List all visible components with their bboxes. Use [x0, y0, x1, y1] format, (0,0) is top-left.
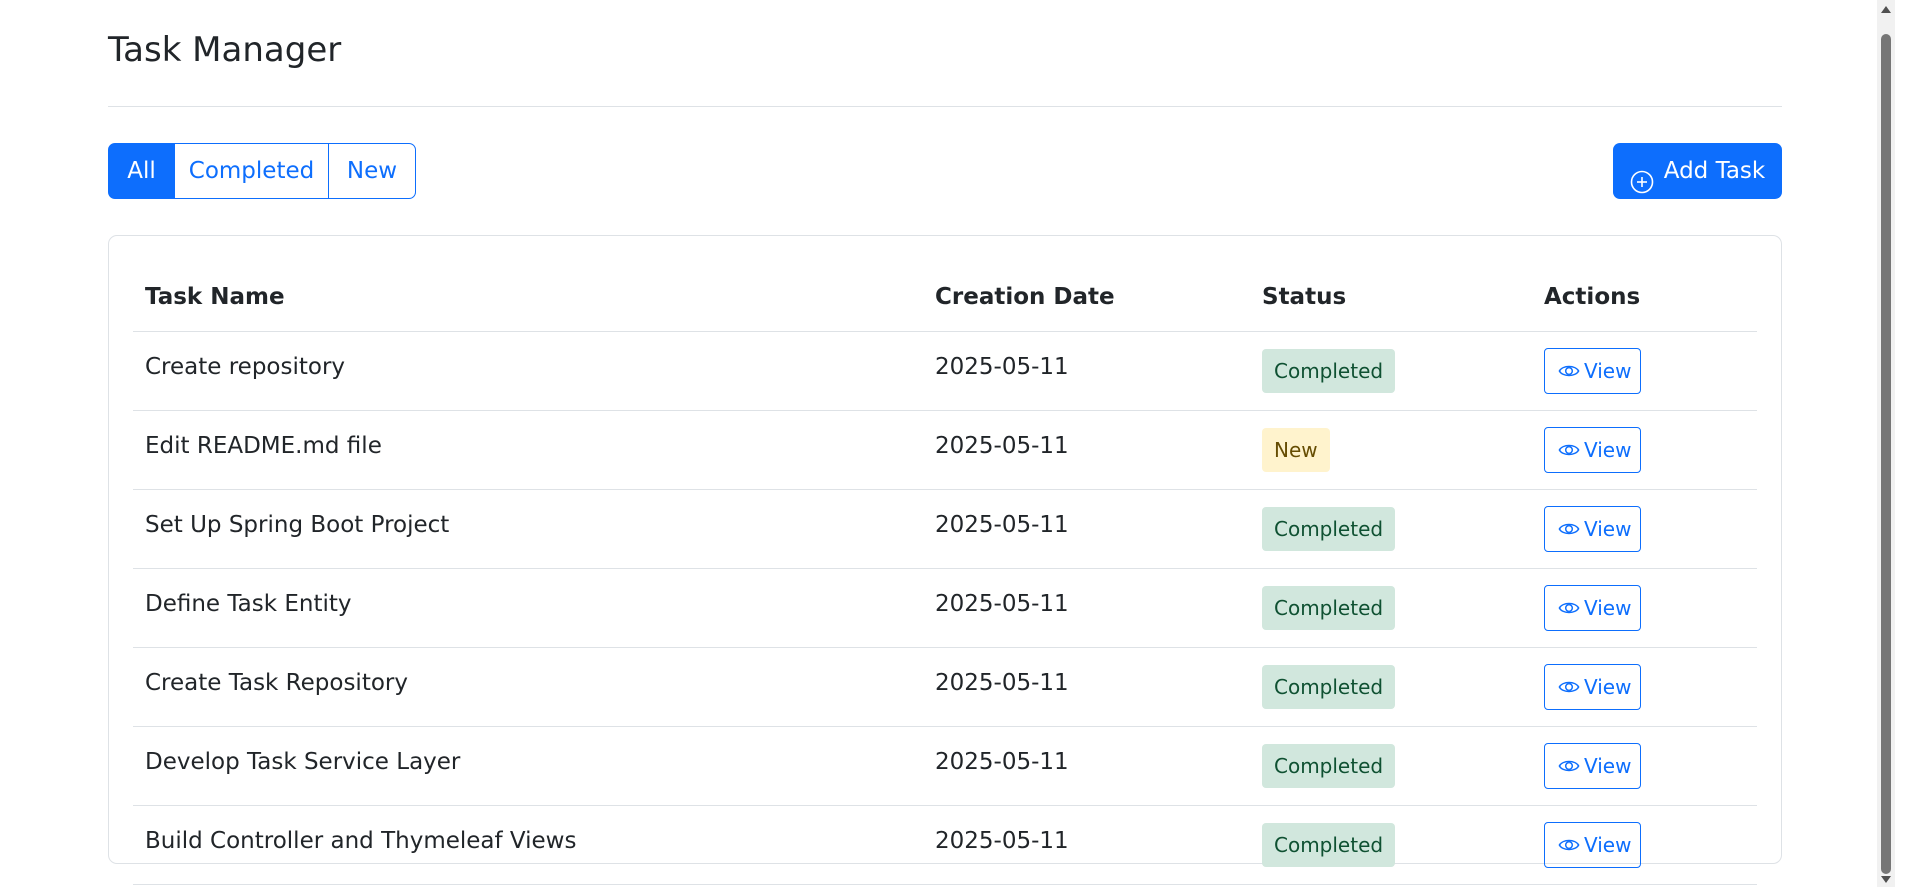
creation-date-cell: 2025-05-11	[923, 568, 1250, 648]
status-badge: Completed	[1262, 744, 1396, 788]
task-name-cell: Develop Task Service Layer	[133, 726, 923, 806]
status-cell: Completed	[1250, 805, 1532, 885]
page: Task Manager All Completed New Add Task	[0, 0, 1895, 887]
actions-cell: View	[1532, 410, 1757, 490]
eye-icon	[1558, 834, 1580, 856]
column-header-task-name: Task Name	[133, 262, 923, 332]
task-name-cell: Build Controller and Thymeleaf Views	[133, 805, 923, 885]
creation-date-cell: 2025-05-11	[923, 331, 1250, 411]
status-badge: Completed	[1262, 823, 1396, 867]
status-cell: Completed	[1250, 647, 1532, 727]
view-task-button[interactable]: View	[1544, 743, 1641, 789]
actions-cell: View	[1532, 331, 1757, 411]
table-row: Edit README.md file 2025-05-11 New View	[133, 410, 1757, 490]
column-header-actions: Actions	[1532, 262, 1757, 332]
task-name-cell: Define Task Entity	[133, 568, 923, 648]
view-button-label: View	[1584, 596, 1632, 620]
tasks-table: Task Name Creation Date Status Actions C…	[133, 262, 1757, 885]
view-button-label: View	[1584, 517, 1632, 541]
add-task-button[interactable]: Add Task	[1613, 143, 1782, 199]
scroll-down-arrow-icon[interactable]	[1881, 876, 1891, 883]
view-task-button[interactable]: View	[1544, 822, 1641, 868]
view-button-label: View	[1584, 438, 1632, 462]
table-row: Set Up Spring Boot Project 2025-05-11 Comp…	[133, 489, 1757, 569]
view-task-button[interactable]: View	[1544, 427, 1641, 473]
task-name-cell: Edit README.md file	[133, 410, 923, 490]
status-badge: Completed	[1262, 349, 1396, 393]
actions-cell: View	[1532, 805, 1757, 885]
view-task-button[interactable]: View	[1544, 506, 1641, 552]
status-badge: Completed	[1262, 665, 1396, 709]
actions-cell: View	[1532, 568, 1757, 648]
task-name-cell: Create repository	[133, 331, 923, 411]
view-button-label: View	[1584, 754, 1632, 778]
view-task-button[interactable]: View	[1544, 585, 1641, 631]
creation-date-cell: 2025-05-11	[923, 805, 1250, 885]
status-badge: New	[1262, 428, 1330, 472]
tasks-card: Task Name Creation Date Status Actions C…	[108, 235, 1782, 885]
table-row: Define Task Entity 2025-05-11 Completed Vie…	[133, 568, 1757, 648]
status-filter-group: All Completed New	[108, 143, 416, 199]
eye-icon	[1558, 360, 1580, 382]
eye-icon	[1558, 439, 1580, 461]
filter-completed-button[interactable]: Completed	[174, 143, 329, 199]
view-button-label: View	[1584, 675, 1632, 699]
vertical-scrollbar[interactable]	[1877, 0, 1895, 887]
scroll-up-arrow-icon[interactable]	[1881, 6, 1891, 13]
filter-all-button[interactable]: All	[108, 143, 175, 199]
status-cell: Completed	[1250, 489, 1532, 569]
table-row: Create Task Repository 2025-05-11 Complete…	[133, 647, 1757, 727]
actions-cell: View	[1532, 726, 1757, 806]
table-row: Build Controller and Thymeleaf Views 2025…	[133, 805, 1757, 885]
header-divider	[108, 106, 1782, 107]
scrollbar-thumb[interactable]	[1881, 34, 1891, 874]
column-header-status: Status	[1250, 262, 1532, 332]
eye-icon	[1558, 676, 1580, 698]
column-header-creation-date: Creation Date	[923, 262, 1250, 332]
creation-date-cell: 2025-05-11	[923, 726, 1250, 806]
task-name-cell: Set Up Spring Boot Project	[133, 489, 923, 569]
eye-icon	[1558, 597, 1580, 619]
creation-date-cell: 2025-05-11	[923, 489, 1250, 569]
page-title: Task Manager	[108, 30, 342, 70]
table-row: Develop Task Service Layer 2025-05-11 Comp…	[133, 726, 1757, 806]
actions-cell: View	[1532, 489, 1757, 569]
table-header-row: Task Name Creation Date Status Actions	[133, 262, 1757, 332]
plus-circle-icon	[1630, 159, 1654, 194]
status-cell: Completed	[1250, 568, 1532, 648]
table-row: Create repository 2025-05-11 Completed View	[133, 331, 1757, 411]
actions-cell: View	[1532, 647, 1757, 727]
creation-date-cell: 2025-05-11	[923, 410, 1250, 490]
status-badge: Completed	[1262, 586, 1396, 630]
eye-icon	[1558, 518, 1580, 540]
view-button-label: View	[1584, 359, 1632, 383]
status-cell: Completed	[1250, 331, 1532, 411]
status-badge: Completed	[1262, 507, 1396, 551]
task-name-cell: Create Task Repository	[133, 647, 923, 727]
creation-date-cell: 2025-05-11	[923, 647, 1250, 727]
view-task-button[interactable]: View	[1544, 348, 1641, 394]
tasks-table-body: Create repository 2025-05-11 Completed View…	[133, 331, 1757, 885]
status-cell: Completed	[1250, 726, 1532, 806]
view-task-button[interactable]: View	[1544, 664, 1641, 710]
view-button-label: View	[1584, 833, 1632, 857]
filter-new-button[interactable]: New	[328, 143, 416, 199]
status-cell: New	[1250, 410, 1532, 490]
add-task-label: Add Task	[1663, 158, 1766, 184]
eye-icon	[1558, 755, 1580, 777]
